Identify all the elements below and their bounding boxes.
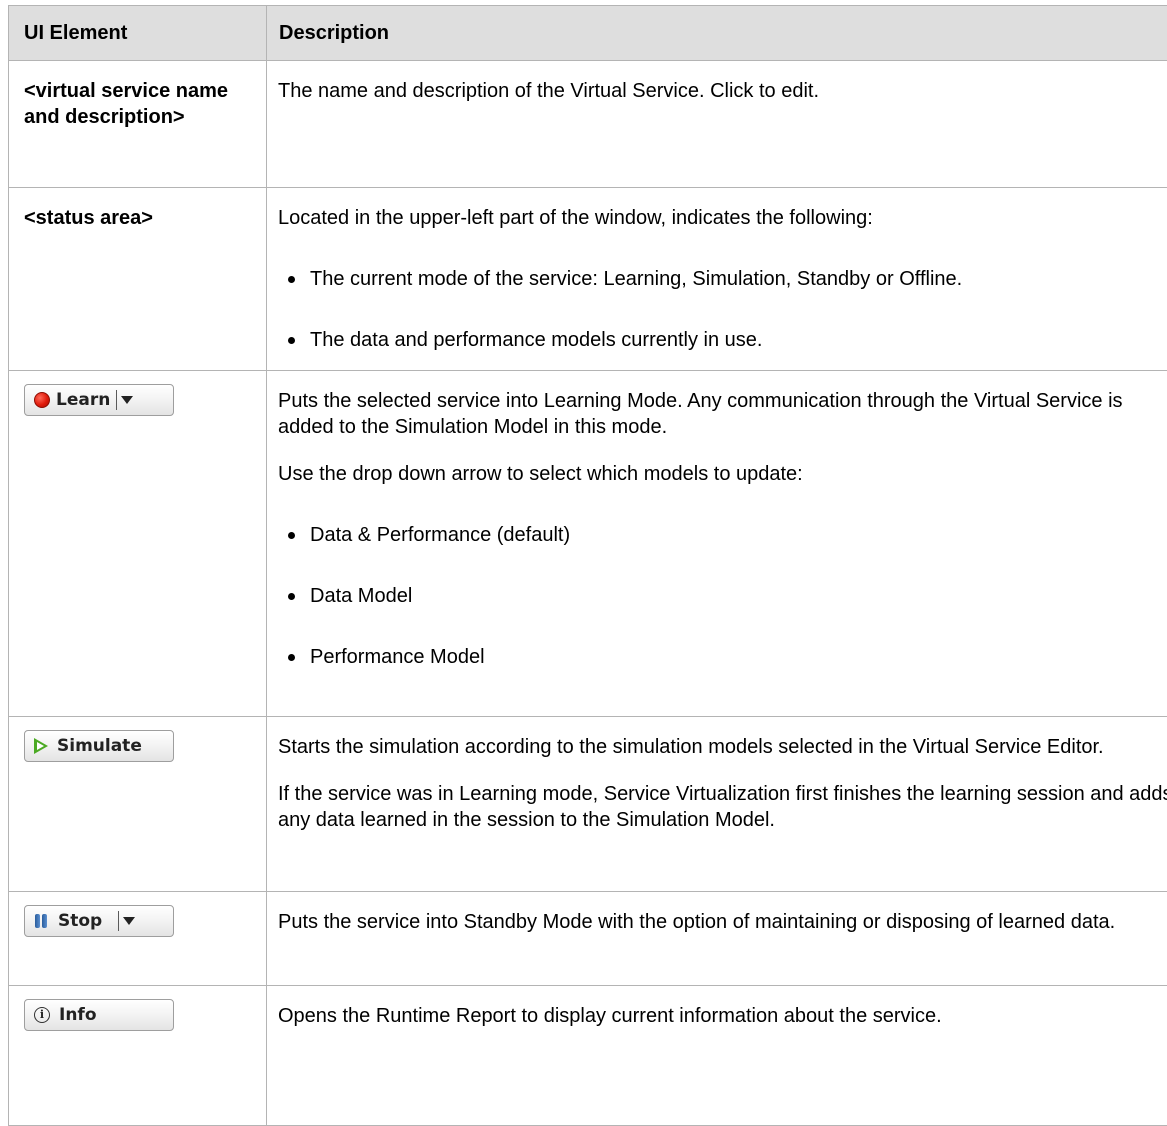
description-text: If the service was in Learning mode, Ser… — [278, 781, 1167, 833]
description-text: Located in the upper-left part of the wi… — [278, 205, 1167, 231]
ui-element-description: Starts the simulation according to the s… — [267, 717, 1167, 892]
button-divider — [116, 390, 117, 410]
ui-element-name: <virtual service name and description> — [9, 61, 267, 188]
list-item: The data and performance models currentl… — [278, 327, 1167, 353]
ui-element-cell: Learn — [9, 371, 267, 717]
description-text: Opens the Runtime Report to display curr… — [278, 1003, 1167, 1029]
description-text: Starts the simulation according to the s… — [278, 734, 1167, 760]
bullet-list: Data & Performance (default) Data Model … — [278, 522, 1167, 670]
info-icon: i — [34, 1007, 50, 1023]
list-item: Data Model — [278, 583, 1167, 609]
list-item: Performance Model — [278, 644, 1167, 670]
ui-element-description: Located in the upper-left part of the wi… — [267, 188, 1167, 371]
ui-element-description: Puts the service into Standby Mode with … — [267, 892, 1167, 986]
stop-button-label: Stop — [58, 908, 102, 934]
stop-button[interactable]: Stop — [24, 905, 174, 937]
ui-element-cell: Simulate — [9, 717, 267, 892]
play-icon — [34, 738, 48, 754]
simulate-button-label: Simulate — [57, 733, 142, 759]
info-button-label: Info — [59, 1002, 97, 1028]
table-row: <status area> Located in the upper-left … — [9, 188, 1167, 371]
button-divider — [118, 911, 119, 931]
ui-element-description: Puts the selected service into Learning … — [267, 371, 1167, 717]
table-row: <virtual service name and description> T… — [9, 61, 1167, 188]
list-item: The current mode of the service: Learnin… — [278, 266, 1167, 292]
pause-icon — [35, 914, 49, 928]
list-item: Data & Performance (default) — [278, 522, 1167, 548]
column-header-description: Description — [267, 6, 1167, 61]
ui-element-cell: i Info — [9, 986, 267, 1126]
ui-element-description: Opens the Runtime Report to display curr… — [267, 986, 1167, 1126]
description-text: Use the drop down arrow to select which … — [278, 461, 1167, 487]
learn-button-label: Learn — [56, 387, 110, 413]
table-row: Stop Puts the service into Standby Mode … — [9, 892, 1167, 986]
table-header-row: UI Element Description — [9, 6, 1167, 61]
ui-element-cell: Stop — [9, 892, 267, 986]
ui-element-name: <status area> — [9, 188, 267, 371]
chevron-down-icon[interactable] — [123, 917, 135, 925]
description-text: The name and description of the Virtual … — [278, 78, 1167, 104]
record-icon — [34, 392, 50, 408]
column-header-ui-element: UI Element — [9, 6, 267, 61]
bullet-list: The current mode of the service: Learnin… — [278, 266, 1167, 353]
ui-element-description: The name and description of the Virtual … — [267, 61, 1167, 188]
table-row: i Info Opens the Runtime Report to displ… — [9, 986, 1167, 1126]
table-row: Learn Puts the selected service into Lea… — [9, 371, 1167, 717]
description-text: Puts the selected service into Learning … — [278, 388, 1167, 440]
ui-elements-table: UI Element Description <virtual service … — [8, 5, 1167, 1126]
chevron-down-icon[interactable] — [121, 396, 133, 404]
info-button[interactable]: i Info — [24, 999, 174, 1031]
simulate-button[interactable]: Simulate — [24, 730, 174, 762]
description-text: Puts the service into Standby Mode with … — [278, 909, 1167, 935]
table-row: Simulate Starts the simulation according… — [9, 717, 1167, 892]
learn-button[interactable]: Learn — [24, 384, 174, 416]
